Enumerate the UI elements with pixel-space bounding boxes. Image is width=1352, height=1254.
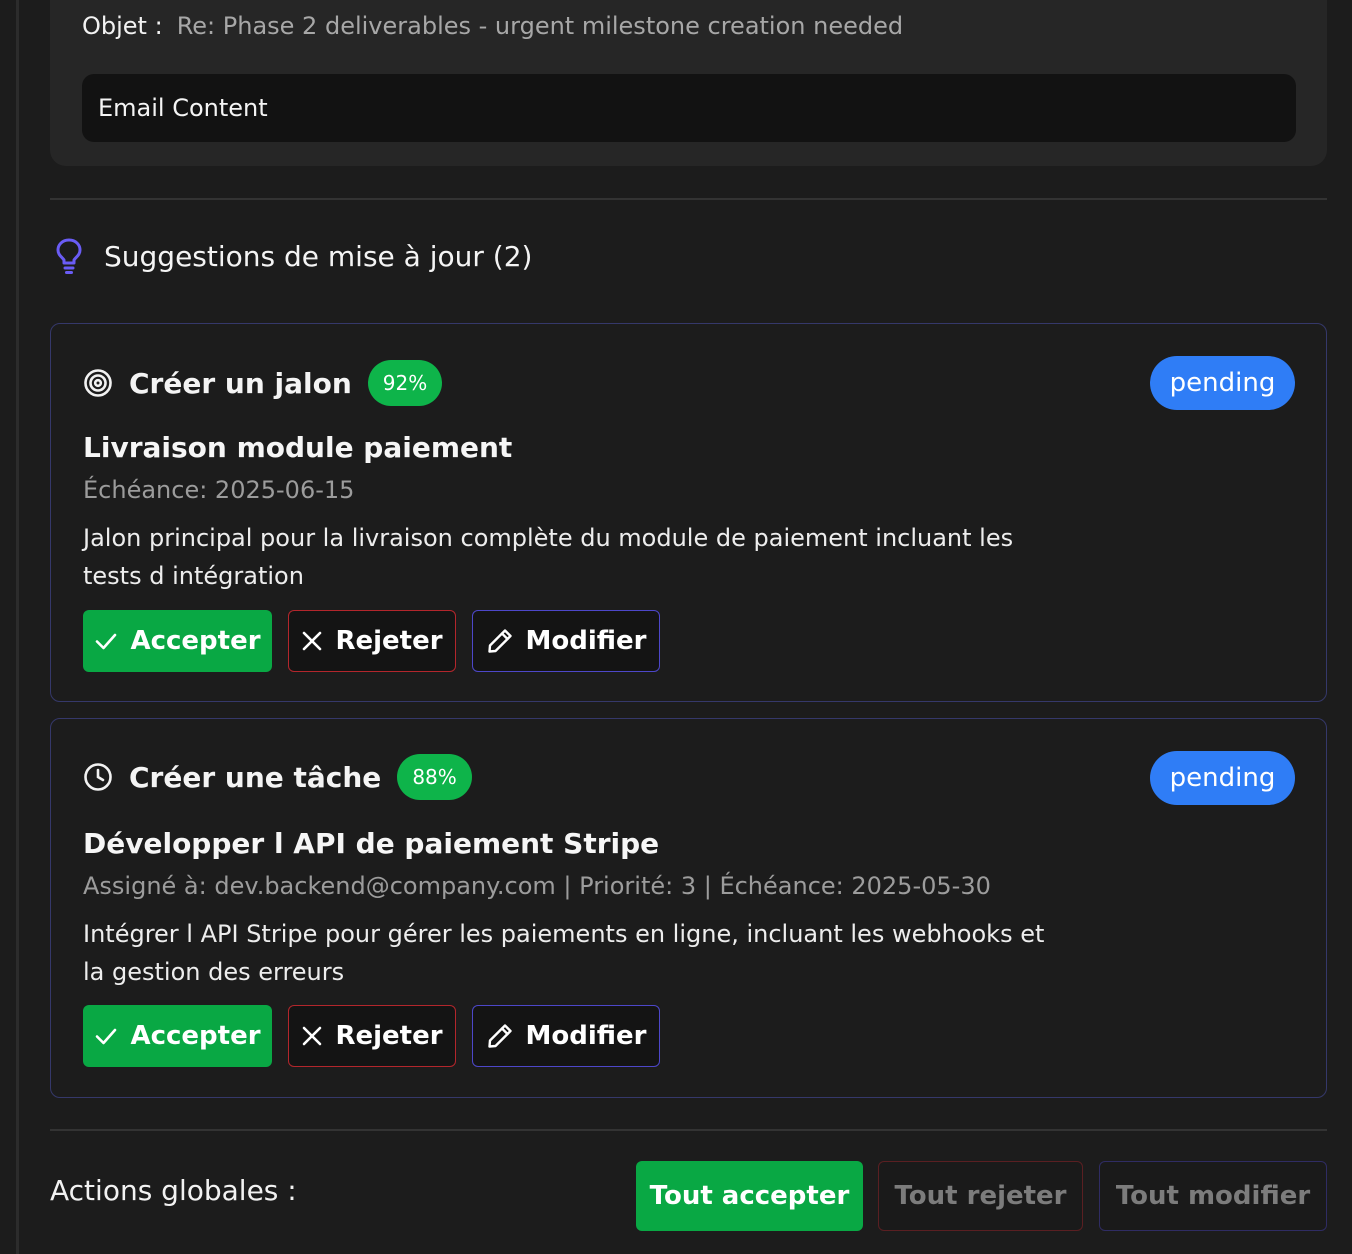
accept-button-label: Accepter (130, 626, 261, 656)
reject-button-label: Rejeter (335, 1021, 443, 1051)
suggestions-title: Suggestions de mise à jour (2) (104, 239, 533, 273)
modify-button-label: Modifier (525, 626, 647, 656)
accept-button[interactable]: Accepter (83, 610, 272, 672)
modify-button[interactable]: Modifier (472, 610, 660, 672)
suggestion-card: Créer une tâche 88% pending Développer l… (50, 718, 1327, 1098)
suggestion-actions: Accepter Rejeter Modifier (83, 610, 660, 672)
status-badge: pending (1150, 751, 1295, 805)
section-divider (50, 1129, 1327, 1131)
pencil-icon (486, 627, 514, 655)
suggestion-description: Jalon principal pour la livraison complè… (83, 524, 1014, 590)
email-content-label: Email Content (98, 94, 268, 122)
suggestion-type-label: Créer une tâche (129, 760, 382, 794)
lightbulb-icon (54, 236, 84, 276)
modify-button[interactable]: Modifier (472, 1005, 660, 1067)
target-icon (83, 368, 113, 398)
suggestion-meta: Assigné à: dev.backend@company.com | Pri… (83, 872, 991, 900)
suggestion-title: Développer l API de paiement Stripe (83, 827, 660, 860)
modify-button-label: Modifier (525, 1021, 647, 1051)
check-icon (94, 629, 118, 653)
email-subject-row: Objet : Re: Phase 2 deliverables - urgen… (82, 8, 903, 44)
reject-button-label: Rejeter (335, 626, 443, 656)
accept-all-button[interactable]: Tout accepter (636, 1161, 863, 1231)
clock-icon (83, 762, 113, 792)
suggestion-card-header: Créer une tâche 88% (83, 754, 472, 800)
confidence-badge: 88% (397, 754, 472, 800)
reject-all-button[interactable]: Tout rejeter (878, 1161, 1083, 1231)
section-divider (50, 198, 1327, 200)
reject-button[interactable]: Rejeter (288, 1005, 456, 1067)
suggestion-card-header: Créer un jalon 92% (83, 360, 443, 406)
pencil-icon (486, 1022, 514, 1050)
status-badge: pending (1150, 356, 1295, 410)
reject-button[interactable]: Rejeter (288, 610, 456, 672)
subject-label: Objet : (82, 12, 163, 40)
email-content-toggle[interactable]: Email Content (82, 74, 1296, 142)
check-icon (94, 1024, 118, 1048)
confidence-badge: 92% (367, 360, 443, 406)
subject-value: Re: Phase 2 deliverables - urgent milest… (176, 12, 904, 40)
suggestion-type-label: Créer un jalon (129, 366, 352, 400)
close-icon (301, 630, 323, 652)
suggestions-header: Suggestions de mise à jour (2) (54, 232, 532, 280)
suggestion-meta: Échéance: 2025-06-15 (83, 476, 355, 504)
suggestion-actions: Accepter Rejeter Modifier (83, 1005, 660, 1067)
suggestion-description: Intégrer l API Stripe pour gérer les pai… (83, 920, 1045, 986)
left-border-rule (16, 0, 19, 1254)
accept-button[interactable]: Accepter (83, 1005, 272, 1067)
suggestion-title: Livraison module paiement (83, 431, 513, 464)
accept-button-label: Accepter (130, 1021, 261, 1051)
suggestion-card: Créer un jalon 92% pending Livraison mod… (50, 323, 1327, 702)
modify-all-button[interactable]: Tout modifier (1099, 1161, 1327, 1231)
global-actions-label: Actions globales : (50, 1174, 297, 1207)
close-icon (301, 1025, 323, 1047)
